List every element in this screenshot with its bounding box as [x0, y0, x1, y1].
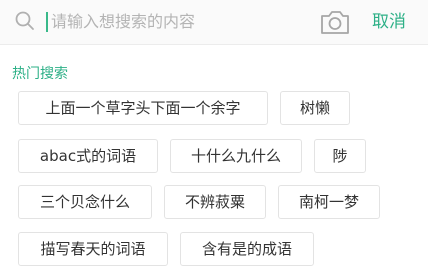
- hot-search-chip[interactable]: 不辨菽粟: [164, 185, 266, 219]
- hot-search-chip[interactable]: 陟: [314, 139, 366, 173]
- search-input[interactable]: [51, 7, 301, 35]
- hot-search-chip[interactable]: abac式的词语: [18, 139, 158, 173]
- hot-search-chip[interactable]: 十什么九什么: [170, 139, 302, 173]
- hot-search-chip[interactable]: 上面一个草字头下面一个余字: [18, 91, 268, 125]
- cancel-button[interactable]: 取消: [372, 9, 406, 35]
- hot-search-title: 热门搜索: [12, 66, 68, 82]
- camera-icon[interactable]: [318, 7, 352, 37]
- text-cursor: [46, 12, 48, 32]
- hot-search-chip[interactable]: 含有是的成语: [180, 232, 314, 266]
- search-bar: 取消: [0, 0, 428, 45]
- hot-search-chip[interactable]: 树懒: [280, 91, 350, 125]
- search-icon[interactable]: [14, 10, 36, 32]
- hot-search-chip[interactable]: 三个贝念什么: [18, 185, 152, 219]
- hot-search-chip[interactable]: 描写春天的词语: [18, 232, 168, 266]
- hot-search-chip[interactable]: 南柯一梦: [278, 185, 380, 219]
